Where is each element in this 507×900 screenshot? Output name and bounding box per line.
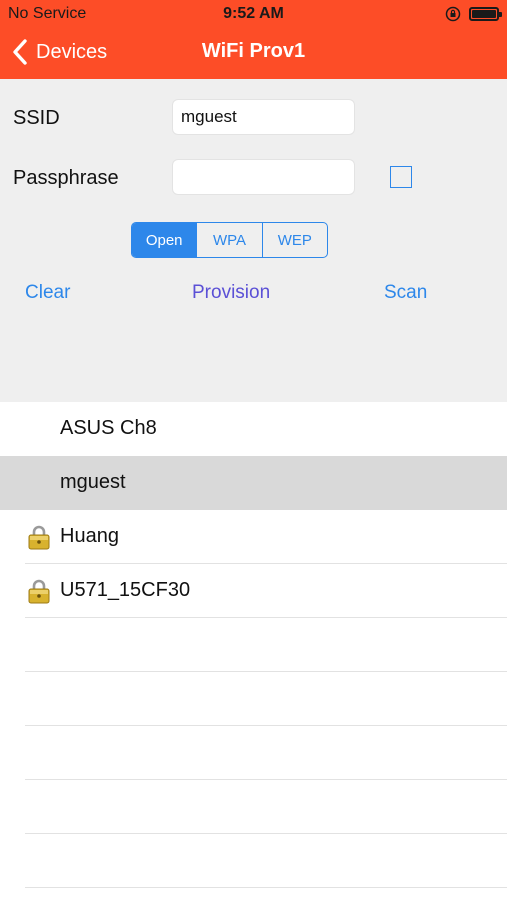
row-divider bbox=[25, 725, 507, 726]
security-option-open[interactable]: Open bbox=[132, 223, 197, 257]
security-option-wep[interactable]: WEP bbox=[261, 223, 327, 257]
ssid-label: SSID bbox=[13, 107, 60, 129]
network-row[interactable]: ASUS Ch8 bbox=[0, 402, 507, 456]
provision-button[interactable]: Provision bbox=[192, 282, 270, 304]
row-divider bbox=[25, 779, 507, 780]
provision-form: SSID Passphrase Open WPA WEP Clear Provi… bbox=[0, 79, 507, 402]
passphrase-label: Passphrase bbox=[13, 167, 119, 189]
row-divider bbox=[25, 833, 507, 834]
clock: 9:52 AM bbox=[223, 5, 284, 22]
clear-button[interactable]: Clear bbox=[25, 282, 70, 304]
network-list: ASUS Ch8 mguest Huang U571_15CF30 bbox=[0, 402, 507, 900]
network-row[interactable]: U571_15CF30 bbox=[0, 564, 507, 618]
show-passphrase-checkbox[interactable] bbox=[390, 166, 412, 188]
orientation-lock-icon bbox=[445, 6, 461, 22]
row-divider bbox=[25, 617, 507, 618]
security-type-selector: Open WPA WEP bbox=[131, 222, 328, 258]
page-title: WiFi Prov1 bbox=[201, 40, 306, 62]
header: No Service 9:52 AM Devices WiFi Prov1 bbox=[0, 0, 507, 79]
ssid-input[interactable] bbox=[172, 99, 355, 135]
padlock-icon bbox=[28, 579, 50, 604]
security-option-wpa[interactable]: WPA bbox=[196, 223, 261, 257]
status-bar: No Service 9:52 AM bbox=[0, 0, 507, 28]
network-name: Huang bbox=[60, 525, 119, 547]
network-name: ASUS Ch8 bbox=[60, 417, 157, 439]
padlock-icon bbox=[28, 525, 50, 550]
passphrase-input[interactable] bbox=[172, 159, 355, 195]
row-divider bbox=[25, 887, 507, 888]
row-divider bbox=[25, 671, 507, 672]
scan-button[interactable]: Scan bbox=[384, 282, 427, 304]
network-row[interactable]: Huang bbox=[0, 510, 507, 564]
network-name: mguest bbox=[60, 471, 126, 493]
status-icons bbox=[445, 5, 502, 23]
navigation-bar: Devices WiFi Prov1 bbox=[0, 28, 507, 79]
battery-icon bbox=[469, 7, 502, 21]
network-row[interactable]: mguest bbox=[0, 456, 507, 510]
network-name: U571_15CF30 bbox=[60, 579, 191, 601]
